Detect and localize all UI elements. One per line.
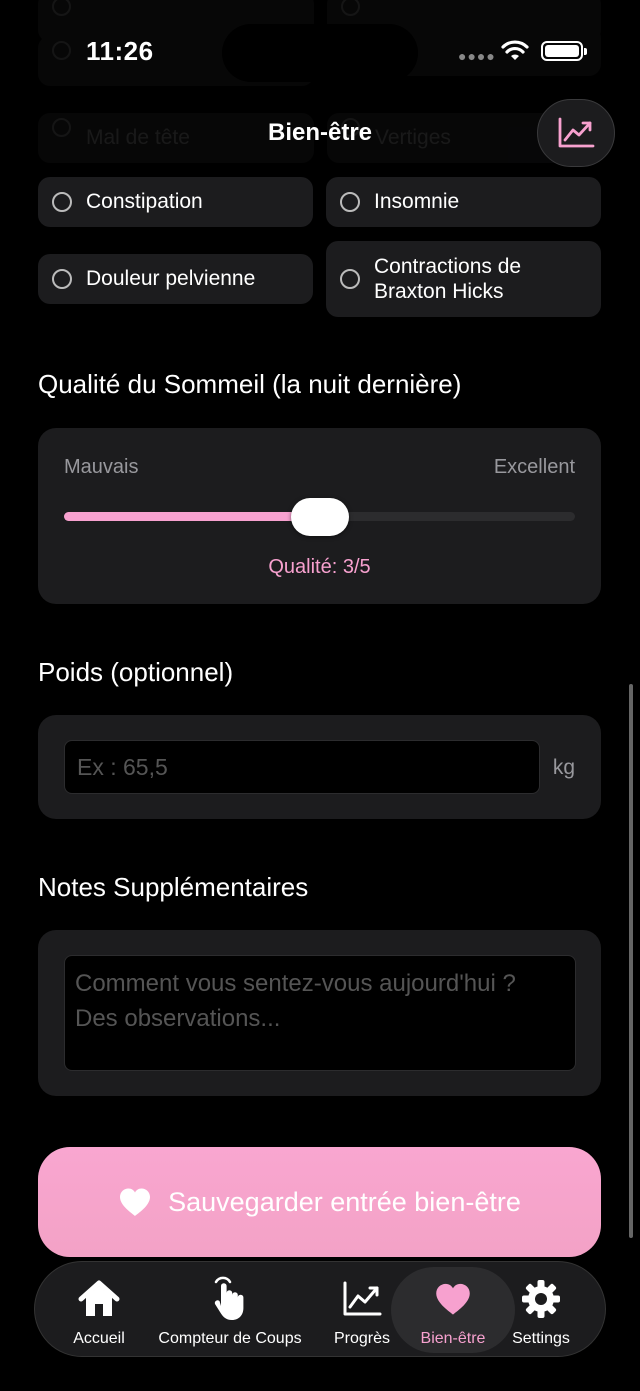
tab-kick-counter[interactable]: Compteur de Coups xyxy=(150,1262,310,1358)
status-bar: 11:26 ●●●● xyxy=(0,0,640,100)
symptom-label: Constipation xyxy=(86,190,203,214)
tab-label: Settings xyxy=(512,1330,570,1347)
symptom-chip-pelvic-pain[interactable]: Douleur pelvienne xyxy=(38,254,313,304)
heart-icon xyxy=(436,1283,470,1315)
chart-line-icon xyxy=(558,117,595,148)
sleep-section-title: Qualité du Sommeil (la nuit dernière) xyxy=(38,369,462,399)
symptom-label: Douleur pelvienne xyxy=(86,267,256,291)
tab-bar: Accueil Compteur de Coups Progrès Bien-ê… xyxy=(34,1261,606,1357)
radio-icon xyxy=(340,269,360,289)
tab-label: Accueil xyxy=(73,1330,125,1347)
scrollbar[interactable] xyxy=(629,684,633,1238)
save-wellbeing-button[interactable]: Sauvegarder entrée bien-être xyxy=(38,1147,601,1257)
cellular-icon: ●●●● xyxy=(458,48,496,64)
radio-icon xyxy=(52,269,72,289)
battery-icon xyxy=(541,41,587,61)
notes-textarea[interactable]: Comment vous sentez-vous aujourd'hui ? D… xyxy=(64,955,576,1071)
save-button-label: Sauvegarder entrée bien-être xyxy=(168,1186,521,1217)
home-icon xyxy=(78,1280,120,1316)
chart-icon xyxy=(343,1281,382,1316)
tab-home[interactable]: Accueil xyxy=(65,1262,133,1358)
weight-section-title: Poids (optionnel) xyxy=(38,657,234,687)
notes-section-title: Notes Supplémentaires xyxy=(38,872,309,902)
weight-input[interactable]: Ex : 65,5 xyxy=(64,740,540,794)
tab-label: Compteur de Coups xyxy=(158,1330,302,1347)
symptom-chip-constipation[interactable]: Constipation xyxy=(38,177,313,227)
slider-min-label: Mauvais xyxy=(64,456,139,478)
symptom-label: Insomnie xyxy=(374,190,460,214)
sleep-quality-card: Mauvais Excellent Qualité: 3/5 xyxy=(38,428,601,604)
notes-card: Comment vous sentez-vous aujourd'hui ? D… xyxy=(38,930,601,1096)
wifi-icon xyxy=(501,40,529,60)
radio-icon xyxy=(340,192,360,212)
gear-icon xyxy=(522,1280,560,1318)
slider-max-label: Excellent xyxy=(493,456,575,478)
status-time: 11:26 xyxy=(86,36,154,66)
history-chart-button[interactable] xyxy=(537,99,615,167)
tab-settings[interactable]: Settings xyxy=(505,1262,577,1358)
symptom-label: Contractions de Braxton Hicks xyxy=(374,254,522,303)
tab-label: Progrès xyxy=(333,1330,391,1347)
sleep-slider-thumb[interactable] xyxy=(290,498,349,536)
radio-icon xyxy=(52,192,72,212)
weight-unit: kg xyxy=(552,756,575,779)
sleep-quality-value: Qualité: 3/5 xyxy=(268,556,371,578)
tab-label: Bien-être xyxy=(420,1330,486,1347)
dynamic-island xyxy=(222,24,418,82)
heart-icon xyxy=(120,1188,151,1216)
tap-hand-icon xyxy=(214,1276,244,1320)
symptom-chip-insomnia[interactable]: Insomnie xyxy=(326,177,601,227)
symptom-chip-braxton-hicks[interactable]: Contractions de Braxton Hicks xyxy=(326,241,601,317)
tab-wellbeing[interactable]: Bien-être xyxy=(409,1262,497,1358)
sleep-slider-fill xyxy=(64,512,320,521)
weight-card: Ex : 65,5 kg xyxy=(38,715,601,819)
tab-progress[interactable]: Progrès xyxy=(327,1262,397,1358)
